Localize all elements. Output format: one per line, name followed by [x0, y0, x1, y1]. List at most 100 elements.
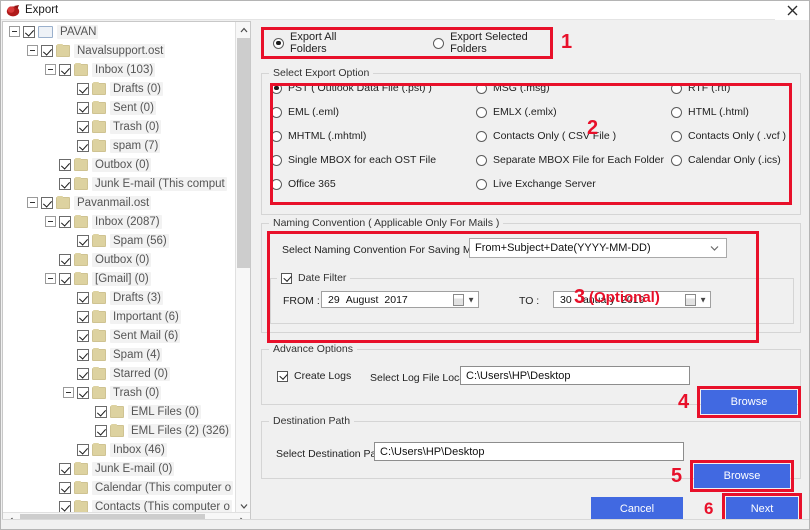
tree-item-important-6[interactable]: Important (6) — [3, 307, 235, 326]
export-option-label: RTF (.rtf) — [688, 82, 730, 94]
tree-item-eml-files-0[interactable]: EML Files (0) — [3, 402, 235, 421]
calendar-icon[interactable] — [453, 294, 464, 306]
tree-vertical-scrollbar[interactable] — [235, 22, 250, 513]
tree-item-junk-e-mail-this-comput[interactable]: Junk E-mail (This comput — [3, 174, 235, 193]
tree-item-pavanmail-ost[interactable]: Pavanmail.ost — [3, 193, 235, 212]
tree-item-checkbox[interactable] — [77, 330, 89, 342]
date-from-input[interactable]: 29 August 2017 ▼ — [321, 291, 479, 308]
tree-item-pavan[interactable]: PAVAN — [3, 22, 235, 41]
radio-live-exchange-server[interactable]: Live Exchange Server — [476, 178, 596, 190]
radio-html-html[interactable]: HTML (.html) — [671, 106, 749, 118]
tree-item-checkbox[interactable] — [59, 463, 71, 475]
tree-item-sent-mail-6[interactable]: Sent Mail (6) — [3, 326, 235, 345]
tree-item-spam-4[interactable]: Spam (4) — [3, 345, 235, 364]
collapse-icon[interactable] — [27, 45, 38, 56]
tree-item-checkbox[interactable] — [77, 349, 89, 361]
tree-item-inbox-46[interactable]: Inbox (46) — [3, 440, 235, 459]
destination-path-input[interactable]: C:\Users\HP\Desktop — [374, 442, 684, 461]
tree-item-checkbox[interactable] — [77, 387, 89, 399]
tree-item-spam-7[interactable]: spam (7) — [3, 136, 235, 155]
tree-vertical-scroll-thumb[interactable] — [237, 38, 250, 268]
tree-item-starred-0[interactable]: Starred (0) — [3, 364, 235, 383]
tree-item-checkbox[interactable] — [95, 425, 107, 437]
tree-item-inbox-2087[interactable]: Inbox (2087) — [3, 212, 235, 231]
collapse-icon[interactable] — [45, 273, 56, 284]
tree-item-drafts-3[interactable]: Drafts (3) — [3, 288, 235, 307]
caret-down-icon[interactable]: ▼ — [699, 295, 707, 304]
collapse-icon[interactable] — [27, 197, 38, 208]
window-title: Export — [25, 3, 58, 18]
log-file-location-input[interactable]: C:\Users\HP\Desktop — [460, 366, 690, 385]
tree-item-checkbox[interactable] — [59, 501, 71, 513]
tree-item-junk-e-mail-0[interactable]: Junk E-mail (0) — [3, 459, 235, 478]
tree-item-checkbox[interactable] — [41, 197, 53, 209]
browse-destination-button[interactable]: Browse — [694, 464, 790, 488]
collapse-icon[interactable] — [45, 216, 56, 227]
tree-item-sent-0[interactable]: Sent (0) — [3, 98, 235, 117]
tree-item-calendar-this-computer-o[interactable]: Calendar (This computer o — [3, 478, 235, 497]
collapse-icon[interactable] — [45, 64, 56, 75]
collapse-icon[interactable] — [63, 387, 74, 398]
tree-item-inbox-103[interactable]: Inbox (103) — [3, 60, 235, 79]
tree-spacer — [63, 368, 74, 379]
tree-item-checkbox[interactable] — [59, 482, 71, 494]
caret-down-icon[interactable]: ▼ — [467, 295, 475, 304]
tree-item-contacts-this-computer-o[interactable]: Contacts (This computer o — [3, 497, 235, 513]
naming-convention-select[interactable]: From+Subject+Date(YYYY-MM-DD) — [469, 238, 727, 258]
date-filter-checkbox[interactable] — [281, 273, 292, 284]
tree-item-checkbox[interactable] — [77, 235, 89, 247]
radio-separate-mbox-file-for-each-folder[interactable]: Separate MBOX File for Each Folder — [476, 154, 664, 166]
close-icon[interactable] — [775, 1, 809, 20]
radio-emlx-emlx[interactable]: EMLX (.emlx) — [476, 106, 557, 118]
tree-item-trash-0[interactable]: Trash (0) — [3, 383, 235, 402]
tree-item-checkbox[interactable] — [77, 292, 89, 304]
folder-icon — [92, 444, 106, 456]
tree-item-checkbox[interactable] — [77, 444, 89, 456]
tree-item-checkbox[interactable] — [77, 368, 89, 380]
tree-item-checkbox[interactable] — [77, 311, 89, 323]
radio-export-all-folders[interactable]: Export All Folders — [273, 31, 365, 55]
tree-item-spam-56[interactable]: Spam (56) — [3, 231, 235, 250]
tree-item-checkbox[interactable] — [77, 140, 89, 152]
tree-item-checkbox[interactable] — [23, 26, 35, 38]
radio-eml-eml[interactable]: EML (.eml) — [271, 106, 339, 118]
next-button[interactable]: Next — [726, 497, 798, 521]
cancel-button[interactable]: Cancel — [591, 497, 683, 521]
radio-msg-msg[interactable]: MSG (.msg) — [476, 82, 550, 94]
tree-item-outbox-0[interactable]: Outbox (0) — [3, 250, 235, 269]
tree-item-checkbox[interactable] — [77, 83, 89, 95]
tree-item-drafts-0[interactable]: Drafts (0) — [3, 79, 235, 98]
export-option-label: Separate MBOX File for Each Folder — [493, 154, 664, 166]
tree-item-checkbox[interactable] — [59, 254, 71, 266]
calendar-icon[interactable] — [685, 294, 696, 306]
radio-export-selected-folders[interactable]: Export Selected Folders — [433, 31, 553, 55]
radio-rtf-rtf[interactable]: RTF (.rtf) — [671, 82, 730, 94]
collapse-icon[interactable] — [9, 26, 20, 37]
radio-calendar-only-ics[interactable]: Calendar Only (.ics) — [671, 154, 781, 166]
tree-item-checkbox[interactable] — [59, 178, 71, 190]
tree-item-gmail-0[interactable]: [Gmail] (0) — [3, 269, 235, 288]
browse-log-button[interactable]: Browse — [701, 390, 797, 414]
date-filter-header[interactable]: Date Filter — [277, 272, 350, 284]
tree-item-checkbox[interactable] — [77, 121, 89, 133]
tree-item-checkbox[interactable] — [59, 159, 71, 171]
chevron-down-icon[interactable] — [236, 498, 251, 513]
tree-item-trash-0[interactable]: Trash (0) — [3, 117, 235, 136]
radio-office-365[interactable]: Office 365 — [271, 178, 336, 190]
folder-tree[interactable]: PAVANNavalsupport.ostInbox (103)Drafts (… — [3, 22, 235, 513]
chevron-up-icon[interactable] — [236, 22, 251, 37]
tree-item-eml-files-2-326[interactable]: EML Files (2) (326) — [3, 421, 235, 440]
tree-item-checkbox[interactable] — [59, 64, 71, 76]
tree-item-checkbox[interactable] — [59, 273, 71, 285]
tree-item-checkbox[interactable] — [95, 406, 107, 418]
radio-contacts-only-vcf[interactable]: Contacts Only ( .vcf ) — [671, 130, 786, 142]
tree-item-checkbox[interactable] — [41, 45, 53, 57]
tree-item-navalsupport-ost[interactable]: Navalsupport.ost — [3, 41, 235, 60]
radio-mhtml-mhtml[interactable]: MHTML (.mhtml) — [271, 130, 366, 142]
tree-item-checkbox[interactable] — [77, 102, 89, 114]
radio-single-mbox-for-each-ost-file[interactable]: Single MBOX for each OST File — [271, 154, 436, 166]
tree-item-checkbox[interactable] — [59, 216, 71, 228]
radio-pst-outlook-data-file-pst[interactable]: PST ( Outlook Data File (.pst) ) — [271, 82, 432, 94]
tree-item-outbox-0[interactable]: Outbox (0) — [3, 155, 235, 174]
create-logs-checkbox[interactable]: Create Logs — [277, 370, 351, 382]
